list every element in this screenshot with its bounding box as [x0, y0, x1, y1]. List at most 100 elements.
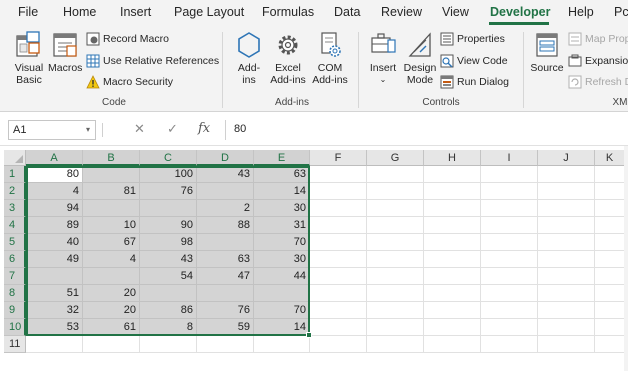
cell-j9[interactable]: [538, 302, 595, 319]
column-header-j[interactable]: J: [538, 150, 595, 166]
cell-c3[interactable]: [140, 200, 197, 217]
column-header-i[interactable]: I: [481, 150, 538, 166]
cell-h8[interactable]: [424, 285, 481, 302]
cell-d10[interactable]: 59: [197, 319, 254, 336]
cell-g1[interactable]: [367, 166, 424, 183]
cell-c1[interactable]: 100: [140, 166, 197, 183]
cell-k9[interactable]: [595, 302, 625, 319]
cell-i6[interactable]: [481, 251, 538, 268]
cell-f5[interactable]: [310, 234, 367, 251]
cell-k6[interactable]: [595, 251, 625, 268]
xml-source-button[interactable]: Source: [528, 30, 566, 74]
cell-b4[interactable]: 10: [83, 217, 140, 234]
excel-addins-button[interactable]: Excel Add-ins: [268, 30, 308, 86]
row-header-5[interactable]: 5: [4, 234, 26, 251]
cell-e8[interactable]: [254, 285, 310, 302]
cell-d9[interactable]: 76: [197, 302, 254, 319]
cell-f2[interactable]: [310, 183, 367, 200]
cell-d3[interactable]: 2: [197, 200, 254, 217]
tab-home[interactable]: Home: [63, 5, 96, 19]
cell-d6[interactable]: 63: [197, 251, 254, 268]
cell-g2[interactable]: [367, 183, 424, 200]
cell-g5[interactable]: [367, 234, 424, 251]
cell-e4[interactable]: 31: [254, 217, 310, 234]
cell-g6[interactable]: [367, 251, 424, 268]
cell-a8[interactable]: 51: [26, 285, 83, 302]
cell-h3[interactable]: [424, 200, 481, 217]
tab-data[interactable]: Data: [334, 5, 360, 19]
cell-b9[interactable]: 20: [83, 302, 140, 319]
cell-d2[interactable]: [197, 183, 254, 200]
cell-k11[interactable]: [595, 336, 625, 353]
cell-i4[interactable]: [481, 217, 538, 234]
cell-d8[interactable]: [197, 285, 254, 302]
row-header-3[interactable]: 3: [4, 200, 26, 217]
row-header-8[interactable]: 8: [4, 285, 26, 302]
expansion-packs-button[interactable]: Expansio: [568, 52, 628, 70]
cell-h5[interactable]: [424, 234, 481, 251]
cell-d5[interactable]: [197, 234, 254, 251]
cell-c7[interactable]: 54: [140, 268, 197, 285]
column-header-e[interactable]: E: [254, 150, 310, 166]
cell-h11[interactable]: [424, 336, 481, 353]
cell-c8[interactable]: [140, 285, 197, 302]
com-addins-button[interactable]: COM Add-ins: [310, 30, 350, 86]
macros-button[interactable]: Macros: [48, 30, 82, 74]
cell-c2[interactable]: 76: [140, 183, 197, 200]
tab-overflow[interactable]: Pc: [614, 5, 628, 19]
cell-h7[interactable]: [424, 268, 481, 285]
properties-button[interactable]: Properties: [440, 30, 505, 48]
row-header-11[interactable]: 11: [4, 336, 26, 353]
cell-a10[interactable]: 53: [26, 319, 83, 336]
cell-a7[interactable]: [26, 268, 83, 285]
cell-g8[interactable]: [367, 285, 424, 302]
cell-b5[interactable]: 67: [83, 234, 140, 251]
cell-b10[interactable]: 61: [83, 319, 140, 336]
cell-g11[interactable]: [367, 336, 424, 353]
cell-k3[interactable]: [595, 200, 625, 217]
cell-i11[interactable]: [481, 336, 538, 353]
cell-k1[interactable]: [595, 166, 625, 183]
cell-a9[interactable]: 32: [26, 302, 83, 319]
row-header-2[interactable]: 2: [4, 183, 26, 200]
enter-icon[interactable]: ✓: [167, 121, 178, 137]
cell-h4[interactable]: [424, 217, 481, 234]
cell-b8[interactable]: 20: [83, 285, 140, 302]
cell-c9[interactable]: 86: [140, 302, 197, 319]
cell-a3[interactable]: 94: [26, 200, 83, 217]
column-header-c[interactable]: C: [140, 150, 197, 166]
cancel-icon[interactable]: ✕: [134, 121, 145, 137]
cell-e6[interactable]: 30: [254, 251, 310, 268]
visual-basic-button[interactable]: Visual Basic: [12, 30, 46, 86]
column-header-a[interactable]: A: [26, 150, 83, 166]
cell-k10[interactable]: [595, 319, 625, 336]
cell-a5[interactable]: 40: [26, 234, 83, 251]
row-header-7[interactable]: 7: [4, 268, 26, 285]
cell-f1[interactable]: [310, 166, 367, 183]
cell-j5[interactable]: [538, 234, 595, 251]
cell-a2[interactable]: 4: [26, 183, 83, 200]
tab-review[interactable]: Review: [381, 5, 422, 19]
cell-h6[interactable]: [424, 251, 481, 268]
cell-b2[interactable]: 81: [83, 183, 140, 200]
column-header-d[interactable]: D: [197, 150, 254, 166]
cell-k5[interactable]: [595, 234, 625, 251]
cell-a4[interactable]: 89: [26, 217, 83, 234]
cell-f9[interactable]: [310, 302, 367, 319]
column-header-h[interactable]: H: [424, 150, 481, 166]
cell-j2[interactable]: [538, 183, 595, 200]
cell-e3[interactable]: 30: [254, 200, 310, 217]
chevron-down-icon[interactable]: ▾: [86, 125, 90, 134]
cell-d11[interactable]: [197, 336, 254, 353]
cell-k8[interactable]: [595, 285, 625, 302]
cell-i10[interactable]: [481, 319, 538, 336]
name-box[interactable]: A1 ▾: [8, 120, 96, 140]
cell-e10[interactable]: 14: [254, 319, 310, 336]
row-header-9[interactable]: 9: [4, 302, 26, 319]
cell-g9[interactable]: [367, 302, 424, 319]
formula-input[interactable]: 80: [225, 120, 625, 140]
cell-f10[interactable]: [310, 319, 367, 336]
map-properties-button[interactable]: Map Prop: [568, 30, 628, 48]
row-header-10[interactable]: 10: [4, 319, 26, 336]
cell-k7[interactable]: [595, 268, 625, 285]
